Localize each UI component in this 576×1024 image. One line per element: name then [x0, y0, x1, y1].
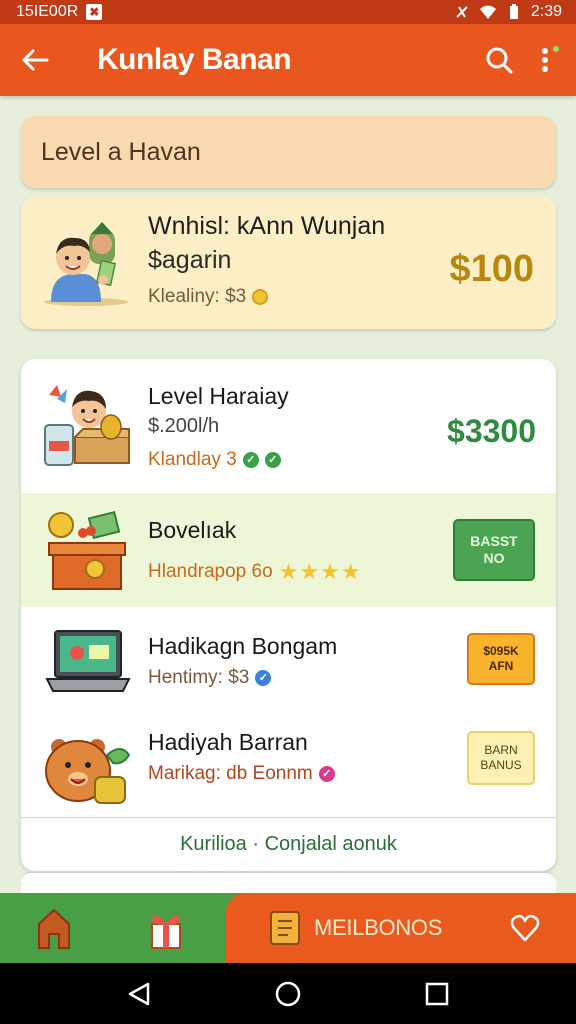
verified-check-icon: ✓	[242, 452, 259, 468]
offer-subtitle: $.200l/h	[148, 415, 220, 437]
system-nav-bar	[0, 963, 576, 1024]
people-with-cash-illustration	[44, 222, 128, 306]
gift-box-illustration	[48, 510, 126, 590]
offer-meta-text: Klandlay 3	[148, 449, 237, 470]
offer-badge[interactable]: $095K AFN	[467, 633, 535, 685]
badge-line: $095K	[483, 644, 519, 658]
view-more-link[interactable]: Kurilioa · Conjalal aonuk	[21, 817, 556, 871]
offer-list: Level Haraiay $.200l/h Klandlay 3 ✓ ✓ $3…	[21, 359, 556, 871]
status-left: 15IE00R ✖	[16, 3, 103, 21]
search-icon	[486, 47, 513, 74]
featured-title: Wnhisl: kAnn Wunjan	[148, 212, 386, 240]
badge-line: NO	[483, 550, 505, 566]
rating-stars-icon: ★★★★	[278, 559, 362, 584]
offer-meta-text: Hlandrapop 6o	[148, 561, 273, 582]
level-header-label: Level a Havan	[41, 137, 201, 166]
featured-amount: $100	[449, 248, 534, 290]
offer-meta-text: Hentimy: $3	[148, 667, 250, 688]
status-right: 2:39	[453, 3, 562, 21]
wifi-icon	[479, 4, 497, 20]
vibrate-icon	[453, 4, 471, 20]
system-home-icon[interactable]	[275, 981, 301, 1007]
verified-check-icon: ✓	[318, 766, 335, 782]
bottom-nav: MEILBONOS	[0, 893, 576, 963]
nav-home-button[interactable]	[30, 903, 78, 953]
badge-line: BARN	[484, 743, 518, 757]
page-title: Kunlay Banan	[97, 43, 292, 76]
offer-item-hadikagn-bongam[interactable]: Hadikagn Bongam Hentimy: $3 ✓ $095K AFN	[21, 607, 556, 717]
app-bar: Kunlay Banan	[0, 24, 576, 96]
more-vertical-icon	[542, 46, 559, 72]
offer-amount: $3300	[447, 413, 536, 449]
arrow-left-icon	[22, 49, 49, 71]
offer-item-level-haraiay[interactable]: Level Haraiay $.200l/h Klandlay 3 ✓ ✓ $3…	[21, 359, 556, 493]
system-back-icon[interactable]	[126, 981, 152, 1007]
nav-bonus-label: MEILBONOS	[314, 915, 443, 940]
offer-title: Hadiyah Barran	[148, 729, 308, 755]
offer-title: Bovelıak	[148, 517, 237, 543]
system-recents-icon[interactable]	[424, 981, 450, 1007]
badge-line: BANUS	[480, 758, 522, 772]
level-header: Level a Havan	[21, 116, 556, 188]
home-icon	[38, 908, 70, 949]
offer-meta: Marikag: db Eonnm ✓	[148, 763, 335, 785]
featured-offer-card[interactable]: Wnhisl: kAnn Wunjan $agarin Klealiny: $3…	[21, 196, 556, 329]
coin-icon	[252, 289, 269, 305]
badge-line: BASST	[470, 532, 518, 549]
bear-with-cash-illustration	[45, 739, 131, 804]
boy-with-box-illustration	[44, 385, 130, 466]
more-options-button[interactable]	[526, 24, 576, 96]
verified-check-icon: ✓	[264, 452, 281, 468]
status-bar: 15IE00R ✖ 2:39	[0, 0, 576, 24]
offer-badge[interactable]: BARN BANUS	[467, 731, 535, 785]
offer-title: Level Haraiay	[148, 383, 289, 409]
battery-icon	[505, 4, 523, 20]
offer-meta: Hentimy: $3 ✓	[148, 667, 272, 689]
verified-check-icon: ✓	[255, 670, 272, 686]
badge-line: AFN	[488, 659, 514, 673]
offer-meta-text: Marikag: db Eonnm	[148, 763, 313, 784]
offer-title: Hadikagn Bongam	[148, 633, 338, 659]
featured-meta-text: Klealiny: $3	[148, 286, 247, 307]
offer-meta: Klandlay 3 ✓ ✓	[148, 449, 281, 471]
nav-bonus-tab[interactable]: MEILBONOS	[226, 893, 576, 963]
featured-subtitle: $agarin	[148, 246, 232, 274]
heart-icon[interactable]	[510, 913, 540, 943]
nav-gift-button[interactable]	[142, 903, 190, 953]
offer-item-hadiyah-barran[interactable]: Hadiyah Barran Marikag: db Eonnm ✓ BARN …	[21, 717, 556, 817]
notification-icon: ✖	[86, 4, 103, 20]
search-button[interactable]	[472, 24, 526, 96]
offer-meta: Hlandrapop 6o ★★★★	[148, 559, 362, 585]
back-button[interactable]	[0, 24, 70, 96]
status-time: 2:39	[530, 3, 562, 20]
offer-item-bovelak[interactable]: Bovelıak Hlandrapop 6o ★★★★ BASST NO	[21, 493, 556, 607]
offer-badge[interactable]: BASST NO	[453, 519, 535, 581]
featured-meta: Klealiny: $3	[148, 286, 269, 308]
status-left-text: 15IE00R	[16, 3, 79, 20]
coupon-icon	[270, 911, 300, 945]
laptop-illustration	[45, 630, 131, 692]
gift-icon	[151, 914, 181, 949]
